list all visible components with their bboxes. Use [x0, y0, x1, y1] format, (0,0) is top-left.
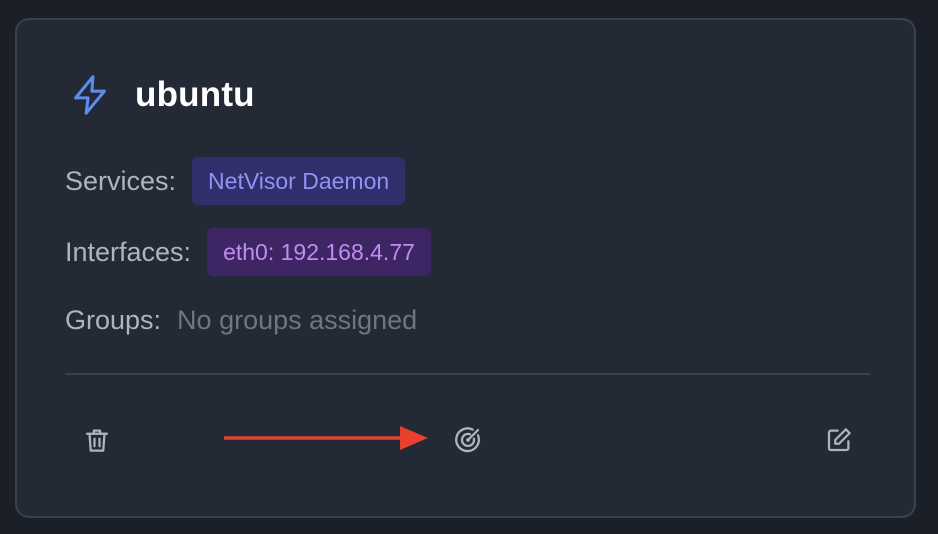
card-header: ubuntu: [67, 72, 255, 118]
services-row: Services: NetVisor Daemon: [65, 157, 406, 205]
host-name: ubuntu: [135, 75, 255, 114]
radar-icon: [455, 427, 480, 453]
scan-button[interactable]: [450, 422, 486, 458]
interfaces-row: Interfaces: eth0: 192.168.4.77: [65, 228, 431, 276]
edit-icon: [827, 428, 851, 452]
service-badge: NetVisor Daemon: [192, 157, 406, 205]
divider: [65, 373, 870, 375]
services-label: Services:: [65, 165, 177, 196]
lightning-bolt-icon: [74, 75, 106, 115]
delete-button[interactable]: [79, 422, 115, 458]
host-card: ubuntu Services: NetVisor Daemon Interfa…: [15, 18, 916, 518]
red-arrow-icon: [224, 426, 428, 450]
interfaces-label: Interfaces:: [65, 236, 192, 267]
interface-badge: eth0: 192.168.4.77: [207, 228, 431, 276]
trash-icon: [85, 429, 109, 452]
groups-empty-text: No groups assigned: [177, 305, 418, 335]
edit-button[interactable]: [821, 422, 857, 458]
groups-row: Groups: No groups assigned: [65, 305, 417, 336]
groups-label: Groups:: [65, 305, 162, 335]
